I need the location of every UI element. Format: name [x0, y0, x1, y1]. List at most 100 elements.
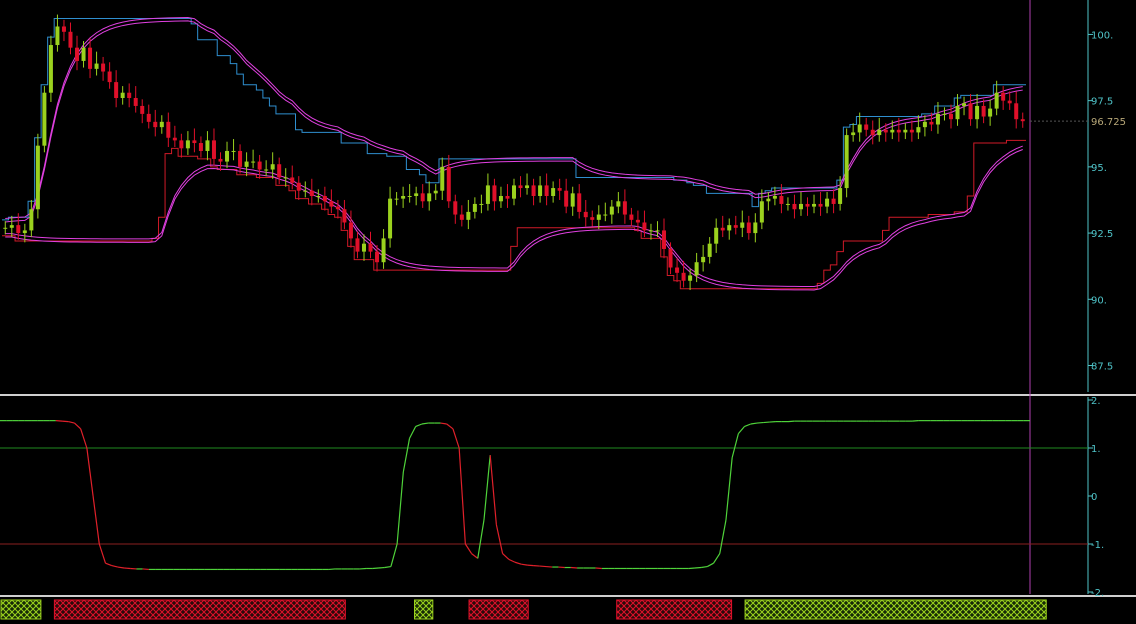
candle-body: [538, 185, 543, 196]
indicator-segment: [408, 426, 417, 439]
candle-body: [277, 164, 282, 178]
candle-body: [662, 230, 667, 249]
candle-body: [205, 140, 210, 151]
candle-body: [792, 203, 797, 210]
candle-body: [16, 225, 21, 234]
candle-body: [648, 230, 653, 232]
candle-body: [179, 140, 184, 149]
candle-body: [642, 222, 647, 231]
indicator-segment: [489, 455, 497, 525]
candle-body: [225, 150, 230, 162]
candle-body: [812, 203, 817, 207]
indicator-axis-tick-label: -1.: [1091, 540, 1104, 551]
candle-body: [75, 47, 80, 61]
candle-body: [251, 161, 256, 163]
candle-body: [114, 82, 119, 98]
indicator-segment: [737, 426, 746, 434]
candle-body: [753, 222, 758, 234]
indicator-segment: [458, 447, 466, 545]
candle-body: [655, 230, 660, 232]
candle-body: [688, 275, 693, 281]
candle-body: [746, 222, 751, 234]
candle-body: [290, 177, 295, 183]
candle-body: [101, 63, 106, 72]
candle-body: [622, 201, 627, 215]
candle-body: [570, 193, 575, 207]
indicator-segment: [117, 566, 125, 569]
candle-body: [544, 185, 549, 196]
indicator-segment: [105, 562, 112, 567]
signal-bar-up: [744, 599, 1047, 620]
candle-body: [681, 272, 686, 281]
candle-body: [466, 211, 471, 220]
indicator-segment: [502, 553, 510, 560]
indicator-segment: [74, 422, 82, 430]
candle-body: [981, 105, 986, 117]
indicator-segment: [111, 565, 119, 568]
candle-body: [694, 262, 699, 276]
candle-body: [218, 158, 223, 162]
candle-body: [433, 190, 438, 194]
price-axis-tick-label: 87.5: [1091, 362, 1113, 373]
candle-body: [825, 198, 830, 207]
last-price-label: 96.725: [1091, 117, 1126, 128]
indicator-segment: [719, 519, 727, 554]
candle-body: [975, 105, 980, 120]
candle-body: [485, 185, 490, 204]
indicator-segment: [713, 553, 721, 564]
chart-svg: 100. 97.5 95. 92.5 90. 87.5 2. 1. 0 -1. -2. 96.72…: [0, 0, 1136, 620]
candle-body: [779, 196, 784, 204]
candle-body: [916, 127, 921, 133]
candle-body: [55, 26, 60, 46]
candle-body: [994, 92, 999, 109]
candle-body: [198, 143, 203, 151]
candle-body: [231, 150, 236, 152]
indicator-segment: [384, 565, 391, 569]
candle-body: [296, 182, 301, 191]
candle-body: [29, 209, 34, 231]
candle-body: [518, 185, 523, 189]
candle-body: [590, 217, 595, 220]
price-axis-ticks: 100. 97.5 95. 92.5 90. 87.5: [1088, 30, 1113, 373]
price-axis-tick-label: 95.: [1091, 163, 1107, 174]
candle-body: [192, 140, 197, 144]
indicator-segment: [725, 457, 733, 521]
candle-body: [851, 132, 856, 136]
candle-body: [257, 161, 262, 170]
candle-body: [864, 124, 869, 130]
indicator-segment: [464, 543, 473, 554]
candle-body: [388, 198, 393, 239]
indicator-segment: [477, 519, 485, 559]
candle-body: [375, 251, 380, 263]
candle-body: [531, 185, 536, 196]
candle-body: [740, 222, 745, 228]
indicator-axis-tick-label: 1.: [1091, 444, 1101, 455]
signal-bar-up: [0, 599, 42, 620]
candle-body: [877, 129, 882, 136]
candle-body: [805, 203, 810, 207]
candle-body: [564, 190, 569, 207]
candle-body: [453, 201, 458, 215]
indicator-segment: [731, 433, 739, 458]
candle-body: [427, 193, 432, 202]
candle-body: [3, 227, 8, 229]
candle-body: [244, 161, 249, 167]
indicator-segment: [390, 543, 398, 567]
indicator-axis-ticks: 2. 1. 0 -1. -2.: [1088, 396, 1104, 599]
candle-body: [557, 188, 562, 191]
candle-body: [68, 31, 73, 48]
candle-body: [909, 129, 914, 133]
candle-body: [962, 103, 967, 106]
indicator-segment: [86, 447, 94, 497]
candle-body: [81, 47, 86, 61]
indicator-segment: [508, 558, 516, 563]
price-axis-tick-label: 92.5: [1091, 229, 1113, 240]
indicator-segment: [707, 562, 714, 568]
candle-body: [35, 145, 40, 210]
candle-body: [498, 196, 503, 202]
candle-body: [551, 188, 556, 196]
candle-body: [166, 121, 171, 138]
indicator-segment: [446, 423, 454, 430]
candle-body: [890, 129, 895, 133]
candle-body: [120, 92, 125, 98]
